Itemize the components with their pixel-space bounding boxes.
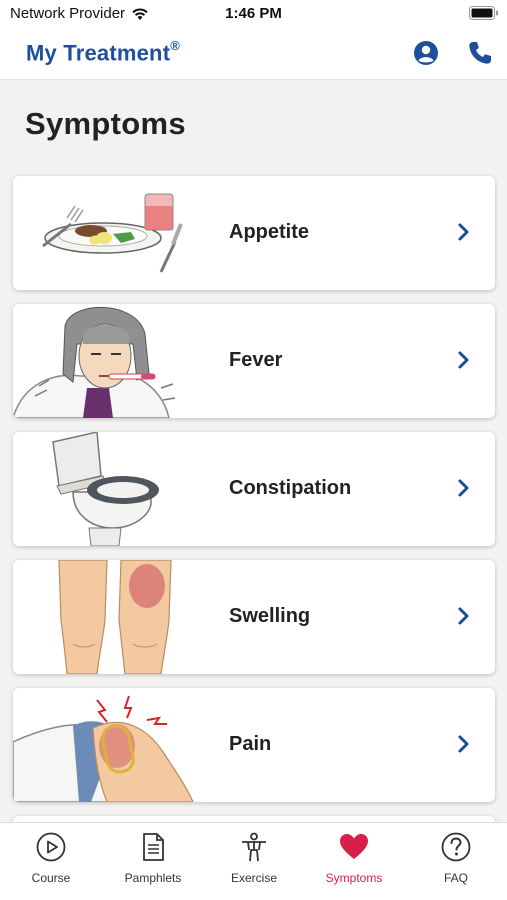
tab-pamphlets[interactable]: Pamphlets (103, 831, 203, 893)
page-title: Symptoms (25, 106, 186, 141)
tab-exercise[interactable]: Exercise (204, 831, 304, 893)
phone-icon[interactable] (466, 39, 494, 67)
symptom-label-appetite: Appetite (229, 221, 309, 243)
chevron-right-icon (458, 351, 469, 369)
brand-name: My Treatment (26, 40, 171, 66)
chevron-right-icon (458, 607, 469, 625)
play-circle-icon (36, 832, 66, 862)
app-header: My Treatment® (0, 28, 507, 80)
tab-symptoms[interactable]: Symptoms (304, 831, 404, 893)
symptom-card-pain[interactable]: Pain (13, 688, 495, 802)
chevron-right-icon (458, 479, 469, 497)
tab-label-exercise: Exercise (230, 871, 277, 885)
heart-icon (340, 834, 368, 859)
tab-bar: Course Pamphlets Exercise Symptoms FAQ (0, 822, 507, 900)
chevron-right-icon (458, 223, 469, 241)
symptom-card-swelling[interactable]: Swelling (13, 560, 495, 674)
symptom-card-appetite[interactable]: Appetite (13, 176, 495, 290)
app-brand: My Treatment® (26, 38, 180, 66)
painful-knee-illustration (13, 695, 194, 802)
tab-label-pamphlets: Pamphlets (124, 871, 182, 885)
symptom-label-swelling: Swelling (229, 605, 311, 627)
toilet-illustration (52, 432, 159, 546)
tab-faq[interactable]: FAQ (406, 831, 506, 893)
document-icon (143, 833, 164, 861)
symptom-card-fever[interactable]: Fever (13, 304, 495, 418)
status-time: 1:46 PM (225, 5, 282, 22)
battery-icon (469, 6, 498, 20)
person-icon (242, 832, 266, 862)
tab-label-faq: FAQ (443, 871, 468, 885)
tab-label-course: Course (31, 871, 71, 885)
tab-course[interactable]: Course (1, 831, 101, 893)
swollen-legs-illustration (58, 560, 172, 674)
symptom-label-pain: Pain (229, 733, 272, 755)
tab-label-symptoms: Symptoms (325, 871, 383, 885)
question-circle-icon (441, 832, 471, 862)
symptom-label-constipation: Constipation (229, 477, 352, 499)
chevron-right-icon (458, 735, 469, 753)
symptom-label-fever: Fever (229, 349, 283, 371)
symptom-card-constipation[interactable]: Constipation (13, 432, 495, 546)
profile-icon[interactable] (412, 39, 440, 67)
brand-registered-mark: ® (170, 38, 180, 53)
person-with-thermometer-illustration (13, 307, 176, 418)
meal-plate-illustration (42, 193, 183, 273)
status-bar: Network Provider 1:46 PM (0, 0, 507, 28)
